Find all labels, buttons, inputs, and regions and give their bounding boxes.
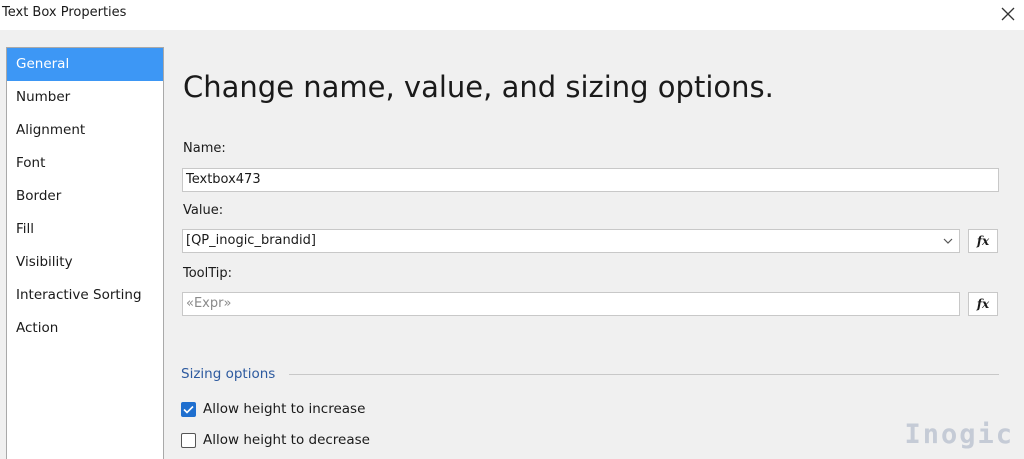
fx-icon: fx [976,297,990,311]
sidebar-item-font[interactable]: Font [7,147,163,180]
section-divider [289,373,999,375]
sidebar-item-number[interactable]: Number [7,81,163,114]
title-bar: Text Box Properties [0,0,1024,30]
sidebar-item-border[interactable]: Border [7,180,163,213]
sizing-options-section: Sizing options [181,364,999,384]
sidebar: General Number Alignment Font Border Fil… [6,47,164,459]
name-label: Name: [183,141,226,156]
inogic-watermark-logo: Inogic [904,419,1014,450]
allow-height-decrease-checkbox[interactable] [181,432,196,448]
sidebar-item-interactive-sorting[interactable]: Interactive Sorting [7,279,163,312]
window-title: Text Box Properties [2,5,127,20]
tooltip-label: ToolTip: [183,266,233,281]
allow-height-decrease-label: Allow height to decrease [203,432,370,448]
allow-height-increase-checkbox[interactable] [181,401,196,417]
allow-height-increase-option[interactable]: Allow height to increase [181,399,365,419]
sidebar-item-alignment[interactable]: Alignment [7,114,163,147]
allow-height-increase-label: Allow height to increase [203,401,366,417]
close-icon [1001,7,1015,21]
sizing-options-title: Sizing options [181,366,276,382]
sidebar-item-visibility[interactable]: Visibility [7,246,163,279]
page-title: Change name, value, and sizing options. [183,70,774,104]
value-combobox[interactable]: [QP_inogic_brandid] [182,229,960,253]
sidebar-item-action[interactable]: Action [7,312,163,345]
tooltip-expression-button[interactable]: fx [968,292,998,316]
sidebar-item-fill[interactable]: Fill [7,213,163,246]
fx-icon: fx [976,234,990,248]
close-button[interactable] [996,0,1020,28]
value-expression-button[interactable]: fx [968,229,998,253]
tooltip-field[interactable]: «Expr» [182,292,960,316]
value-label: Value: [183,203,224,218]
name-field[interactable]: Textbox473 [182,168,999,192]
chevron-down-icon[interactable] [943,230,953,252]
allow-height-decrease-option[interactable]: Allow height to decrease [181,430,370,450]
sidebar-item-general[interactable]: General [7,48,163,81]
checkmark-icon [183,405,194,414]
value-text: [QP_inogic_brandid] [186,233,316,248]
